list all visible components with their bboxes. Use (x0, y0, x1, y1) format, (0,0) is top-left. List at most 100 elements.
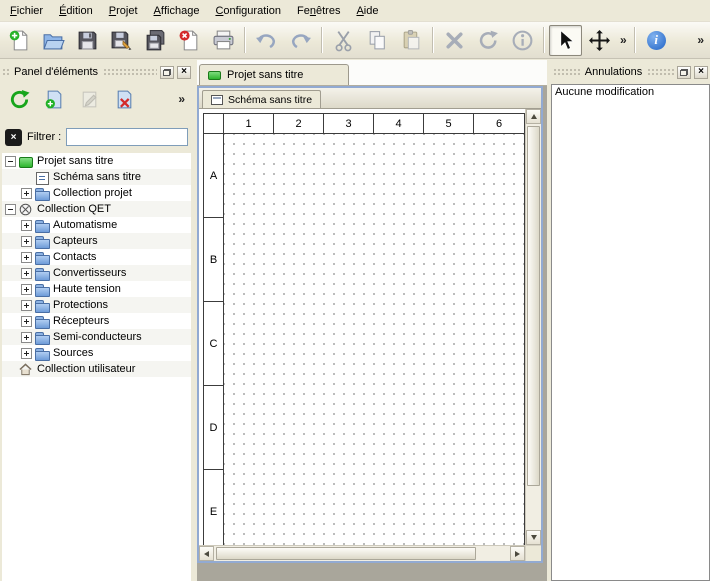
expand-icon[interactable] (21, 316, 32, 327)
tree-item-contacts[interactable]: Contacts (2, 249, 191, 265)
tree-item-schema[interactable]: Schéma sans titre (2, 169, 191, 185)
blue-info-icon: i (647, 31, 666, 50)
edit-element-button[interactable] (75, 85, 103, 113)
rotate-button[interactable] (472, 25, 505, 56)
cut-button[interactable] (327, 25, 360, 56)
delete-button[interactable] (438, 25, 471, 56)
menu-fenetres[interactable]: Fenêtres (289, 0, 348, 21)
left-arrow-icon (204, 551, 209, 557)
expand-icon[interactable] (21, 252, 32, 263)
dock-grip[interactable] (2, 68, 9, 76)
scroll-up-button[interactable] (526, 109, 541, 124)
undo-history-list[interactable]: Aucune modification (551, 84, 710, 581)
tree-item-project[interactable]: Projet sans titre (2, 153, 191, 169)
scroll-down-button[interactable] (526, 530, 541, 545)
tree-item-label: Projet sans titre (37, 155, 113, 167)
tree-item-collection-utilisateur[interactable]: Collection utilisateur (2, 361, 191, 377)
save-button[interactable] (71, 25, 104, 56)
reload-collections-button[interactable] (5, 85, 33, 113)
page-red-x-icon (178, 29, 201, 52)
elements-panel-titlebar[interactable]: Panel d'éléments × (2, 63, 191, 81)
toolbar-overflow-button-2[interactable]: » (694, 33, 707, 47)
paste-button[interactable] (395, 25, 428, 56)
expand-icon[interactable] (21, 188, 32, 199)
delete-element-button[interactable] (110, 85, 138, 113)
tree-item-capteurs[interactable]: Capteurs (2, 233, 191, 249)
row-label: B (204, 218, 223, 302)
folder-icon (35, 235, 49, 248)
undo-button[interactable] (250, 25, 283, 56)
panel-toolbar-overflow-button[interactable]: » (175, 92, 188, 106)
dock-grip[interactable] (553, 68, 580, 76)
undo-arrow-icon (255, 29, 278, 52)
expand-icon[interactable] (21, 220, 32, 231)
expand-icon[interactable] (21, 236, 32, 247)
diagram-sheet[interactable]: 1 2 3 4 5 6 A B C D (203, 113, 525, 545)
filter-input[interactable] (66, 128, 188, 146)
expand-icon[interactable] (21, 284, 32, 295)
filter-row: × Filtrer : (5, 128, 188, 146)
about-qet-button[interactable]: i (640, 25, 673, 56)
tree-item-semi-conducteurs[interactable]: Semi-conducteurs (2, 329, 191, 345)
folder-icon (35, 283, 49, 296)
schema-icon (211, 95, 223, 105)
printer-icon (212, 29, 235, 52)
scroll-right-button[interactable] (510, 546, 525, 561)
expand-icon[interactable] (21, 268, 32, 279)
tree-item-collection-qet[interactable]: Collection QET (2, 201, 191, 217)
tree-item-haute-tension[interactable]: Haute tension (2, 281, 191, 297)
open-document-button[interactable] (37, 25, 70, 56)
toolbar-overflow-button[interactable]: » (617, 33, 630, 47)
tree-item-protections[interactable]: Protections (2, 297, 191, 313)
dock-grip[interactable] (647, 68, 674, 76)
tree-item-sources[interactable]: Sources (2, 345, 191, 361)
tree-item-automatisme[interactable]: Automatisme (2, 217, 191, 233)
vertical-scrollbar-thumb[interactable] (527, 126, 540, 486)
scroll-mode-button[interactable] (583, 25, 616, 56)
diagram-grid[interactable] (224, 134, 524, 545)
close-panel-button[interactable]: × (177, 66, 191, 79)
diagram-info-button[interactable] (506, 25, 539, 56)
dock-grip[interactable] (103, 68, 157, 76)
expand-icon[interactable] (21, 300, 32, 311)
print-button[interactable] (207, 25, 240, 56)
folder-icon (35, 331, 49, 344)
toolbar-separator (432, 27, 434, 53)
scroll-left-button[interactable] (199, 546, 214, 561)
horizontal-scrollbar[interactable] (199, 545, 525, 561)
vertical-scrollbar[interactable] (525, 109, 541, 545)
copy-button[interactable] (361, 25, 394, 56)
menu-projet[interactable]: Projet (101, 0, 146, 21)
tree-item-collection-projet[interactable]: Collection projet (2, 185, 191, 201)
collapse-icon[interactable] (5, 156, 16, 167)
menu-configuration[interactable]: Configuration (207, 0, 289, 21)
expand-icon[interactable] (21, 332, 32, 343)
float-panel-button[interactable] (160, 66, 174, 79)
close-document-button[interactable] (173, 25, 206, 56)
save-as-button[interactable] (105, 25, 138, 56)
collapse-icon[interactable] (5, 204, 16, 215)
save-all-button[interactable] (139, 25, 172, 56)
menu-aide[interactable]: Aide (348, 0, 386, 21)
row-label: E (204, 470, 223, 545)
redo-button[interactable] (284, 25, 317, 56)
diagram-viewport[interactable]: 1 2 3 4 5 6 A B C D (199, 109, 525, 545)
expand-icon[interactable] (21, 348, 32, 359)
tree-item-convertisseurs[interactable]: Convertisseurs (2, 265, 191, 281)
elements-tree[interactable]: Projet sans titre Schéma sans titre Coll… (2, 153, 191, 581)
clear-filter-button[interactable]: × (5, 129, 22, 146)
toolbar-separator (634, 27, 636, 53)
undo-panel-titlebar[interactable]: Annulations × (553, 63, 708, 81)
select-mode-button[interactable] (549, 25, 582, 56)
new-document-button[interactable] (3, 25, 36, 56)
menu-fichier[interactable]: Fichier (2, 0, 51, 21)
menu-edition[interactable]: Édition (51, 0, 101, 21)
close-panel-button[interactable]: × (694, 66, 708, 79)
horizontal-scrollbar-thumb[interactable] (216, 547, 476, 560)
tab-projet-sans-titre[interactable]: Projet sans titre (199, 64, 349, 85)
tab-schema-sans-titre[interactable]: Schéma sans titre (202, 90, 321, 108)
menu-affichage[interactable]: Affichage (146, 0, 208, 21)
tree-item-recepteurs[interactable]: Récepteurs (2, 313, 191, 329)
new-element-button[interactable] (40, 85, 68, 113)
float-panel-button[interactable] (677, 66, 691, 79)
